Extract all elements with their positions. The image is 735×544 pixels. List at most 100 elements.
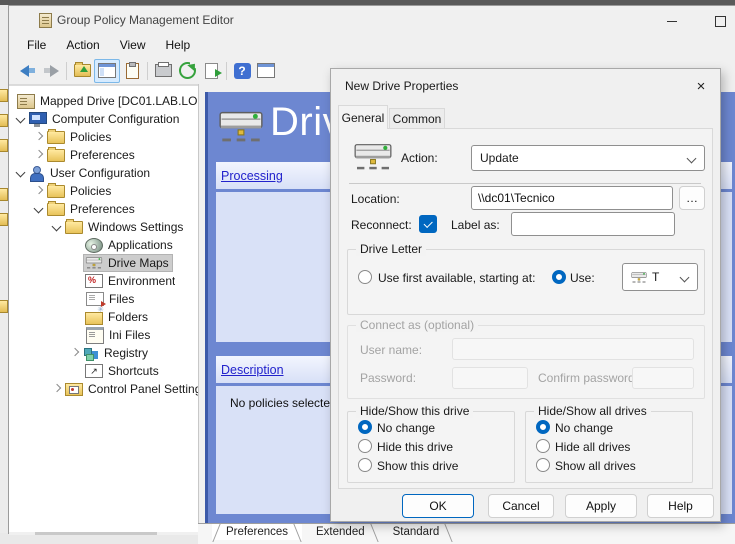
menu-file[interactable]: File <box>17 35 56 55</box>
paste-button[interactable] <box>120 60 144 82</box>
chevron-down-icon <box>680 273 690 283</box>
help-icon: ? <box>234 63 251 79</box>
apply-button[interactable]: Apply <box>565 494 637 518</box>
folder-icon <box>47 203 65 216</box>
tree-item-drive-maps[interactable]: Drive Maps <box>9 254 199 272</box>
help-button[interactable]: ? <box>230 60 254 82</box>
location-input[interactable] <box>471 186 673 210</box>
clipboard-icon <box>126 63 139 79</box>
tree-horizontal-scrollbar[interactable] <box>9 532 198 535</box>
menu-help[interactable]: Help <box>156 35 201 55</box>
help-button[interactable]: Help <box>647 494 714 518</box>
environment-icon <box>85 274 103 288</box>
back-icon-tail <box>29 68 35 73</box>
tab-extended[interactable]: Extended <box>302 524 379 540</box>
menu-action[interactable]: Action <box>56 35 109 55</box>
tree-item-user-preferences[interactable]: Preferences <box>9 200 199 218</box>
back-icon <box>20 65 29 77</box>
collapsed-chevron-icon[interactable] <box>31 147 47 163</box>
expanded-chevron-icon[interactable] <box>31 201 47 217</box>
tree-item-applications[interactable]: Applications <box>9 236 199 254</box>
tree-item-user-policies[interactable]: Policies <box>9 182 199 200</box>
use-first-available-radio[interactable] <box>358 270 372 284</box>
connect-as-title: Connect as (optional) <box>356 318 478 332</box>
tree-item-computer-configuration[interactable]: Computer Configuration <box>9 110 199 128</box>
tree-item-registry[interactable]: Registry <box>9 344 199 362</box>
collapsed-chevron-icon[interactable] <box>49 381 65 397</box>
tab-common[interactable]: Common <box>389 108 445 129</box>
back-button[interactable] <box>15 60 39 82</box>
hide-all-drives-radio[interactable] <box>536 439 550 453</box>
tab-slant <box>212 524 220 542</box>
show-console-tree-button[interactable] <box>94 59 120 83</box>
new-window-button[interactable] <box>254 60 278 82</box>
show-this-drive-radio[interactable] <box>358 458 372 472</box>
collapsed-chevron-icon[interactable] <box>31 183 47 199</box>
up-one-level-button[interactable] <box>70 60 94 82</box>
drive-letter-value: T <box>652 270 659 284</box>
use-radio[interactable] <box>552 270 566 284</box>
toolbar-separator <box>147 62 148 80</box>
expanded-chevron-icon[interactable] <box>13 111 29 127</box>
confirm-password-input <box>632 367 694 389</box>
minimize-button[interactable] <box>661 14 683 28</box>
hide-this-drive-radio[interactable] <box>358 439 372 453</box>
show-all-drives-radio[interactable] <box>536 458 550 472</box>
all-no-change-radio[interactable] <box>536 420 550 434</box>
user-name-input <box>452 338 694 360</box>
new-drive-properties-dialog: New Drive Properties × General Common Ac… <box>330 68 721 522</box>
maximize-button[interactable] <box>709 14 731 28</box>
label-as-input[interactable] <box>511 212 675 236</box>
processing-link[interactable]: Processing <box>221 169 283 183</box>
expanded-chevron-icon[interactable] <box>13 165 29 181</box>
forward-button[interactable] <box>39 60 63 82</box>
toolbar-separator <box>226 62 227 80</box>
ellipsis-icon: … <box>686 191 698 205</box>
printer-icon <box>155 64 172 77</box>
collapsed-chevron-icon[interactable] <box>67 345 83 361</box>
gpo-scroll-icon <box>17 94 35 109</box>
selected-highlight: Drive Maps <box>84 255 172 271</box>
scrollbar-thumb[interactable] <box>35 532 157 535</box>
titlebar[interactable]: Group Policy Management Editor <box>9 6 735 33</box>
this-no-change-radio[interactable] <box>358 420 372 434</box>
tree-item-user-configuration[interactable]: User Configuration <box>9 164 199 182</box>
collapsed-chevron-icon[interactable] <box>31 129 47 145</box>
drive-icon <box>85 256 103 270</box>
description-link[interactable]: Description <box>221 363 284 377</box>
forward-icon <box>50 65 59 77</box>
gpo-scroll-icon <box>39 13 52 28</box>
tree-item-ini-files[interactable]: Ini Files <box>9 326 199 344</box>
password-input <box>452 367 528 389</box>
tree-item-preferences[interactable]: Preferences <box>9 146 199 164</box>
drive-letter-dropdown[interactable]: T <box>622 263 698 291</box>
general-tab-page: Action: Update Location: … Reconnect: La… <box>338 128 713 489</box>
cancel-button[interactable]: Cancel <box>488 494 554 518</box>
refresh-icon <box>179 62 196 79</box>
reconnect-checkbox[interactable] <box>419 215 437 233</box>
action-value: Update <box>480 151 519 165</box>
action-dropdown[interactable]: Update <box>471 145 705 171</box>
menu-view[interactable]: View <box>110 35 156 55</box>
user-icon <box>29 166 45 180</box>
tree-item-folders[interactable]: Folders <box>9 308 199 326</box>
menubar: File Action View Help <box>9 33 735 57</box>
all-no-change-label: No change <box>555 421 613 435</box>
tree-item-windows-settings[interactable]: Windows Settings <box>9 218 199 236</box>
refresh-button[interactable] <box>175 60 199 82</box>
tree-item-shortcuts[interactable]: ↗Shortcuts <box>9 362 199 380</box>
tree-item-root[interactable]: Mapped Drive [DC01.LAB.LOCA <box>9 92 199 110</box>
tree-item-policies[interactable]: Policies <box>9 128 199 146</box>
tab-preferences[interactable]: Preferences <box>212 524 302 540</box>
export-list-button[interactable] <box>199 60 223 82</box>
tab-standard[interactable]: Standard <box>379 524 454 540</box>
dialog-close-button[interactable]: × <box>689 75 713 97</box>
ok-button[interactable]: OK <box>402 494 474 518</box>
tab-general[interactable]: General <box>338 105 388 129</box>
tree-item-control-panel-settings[interactable]: Control Panel Setting <box>9 380 199 398</box>
tree-item-environment[interactable]: Environment <box>9 272 199 290</box>
browse-button[interactable]: … <box>679 186 705 210</box>
tree-item-files[interactable]: Files <box>9 290 199 308</box>
print-button[interactable] <box>151 60 175 82</box>
expanded-chevron-icon[interactable] <box>49 219 65 235</box>
